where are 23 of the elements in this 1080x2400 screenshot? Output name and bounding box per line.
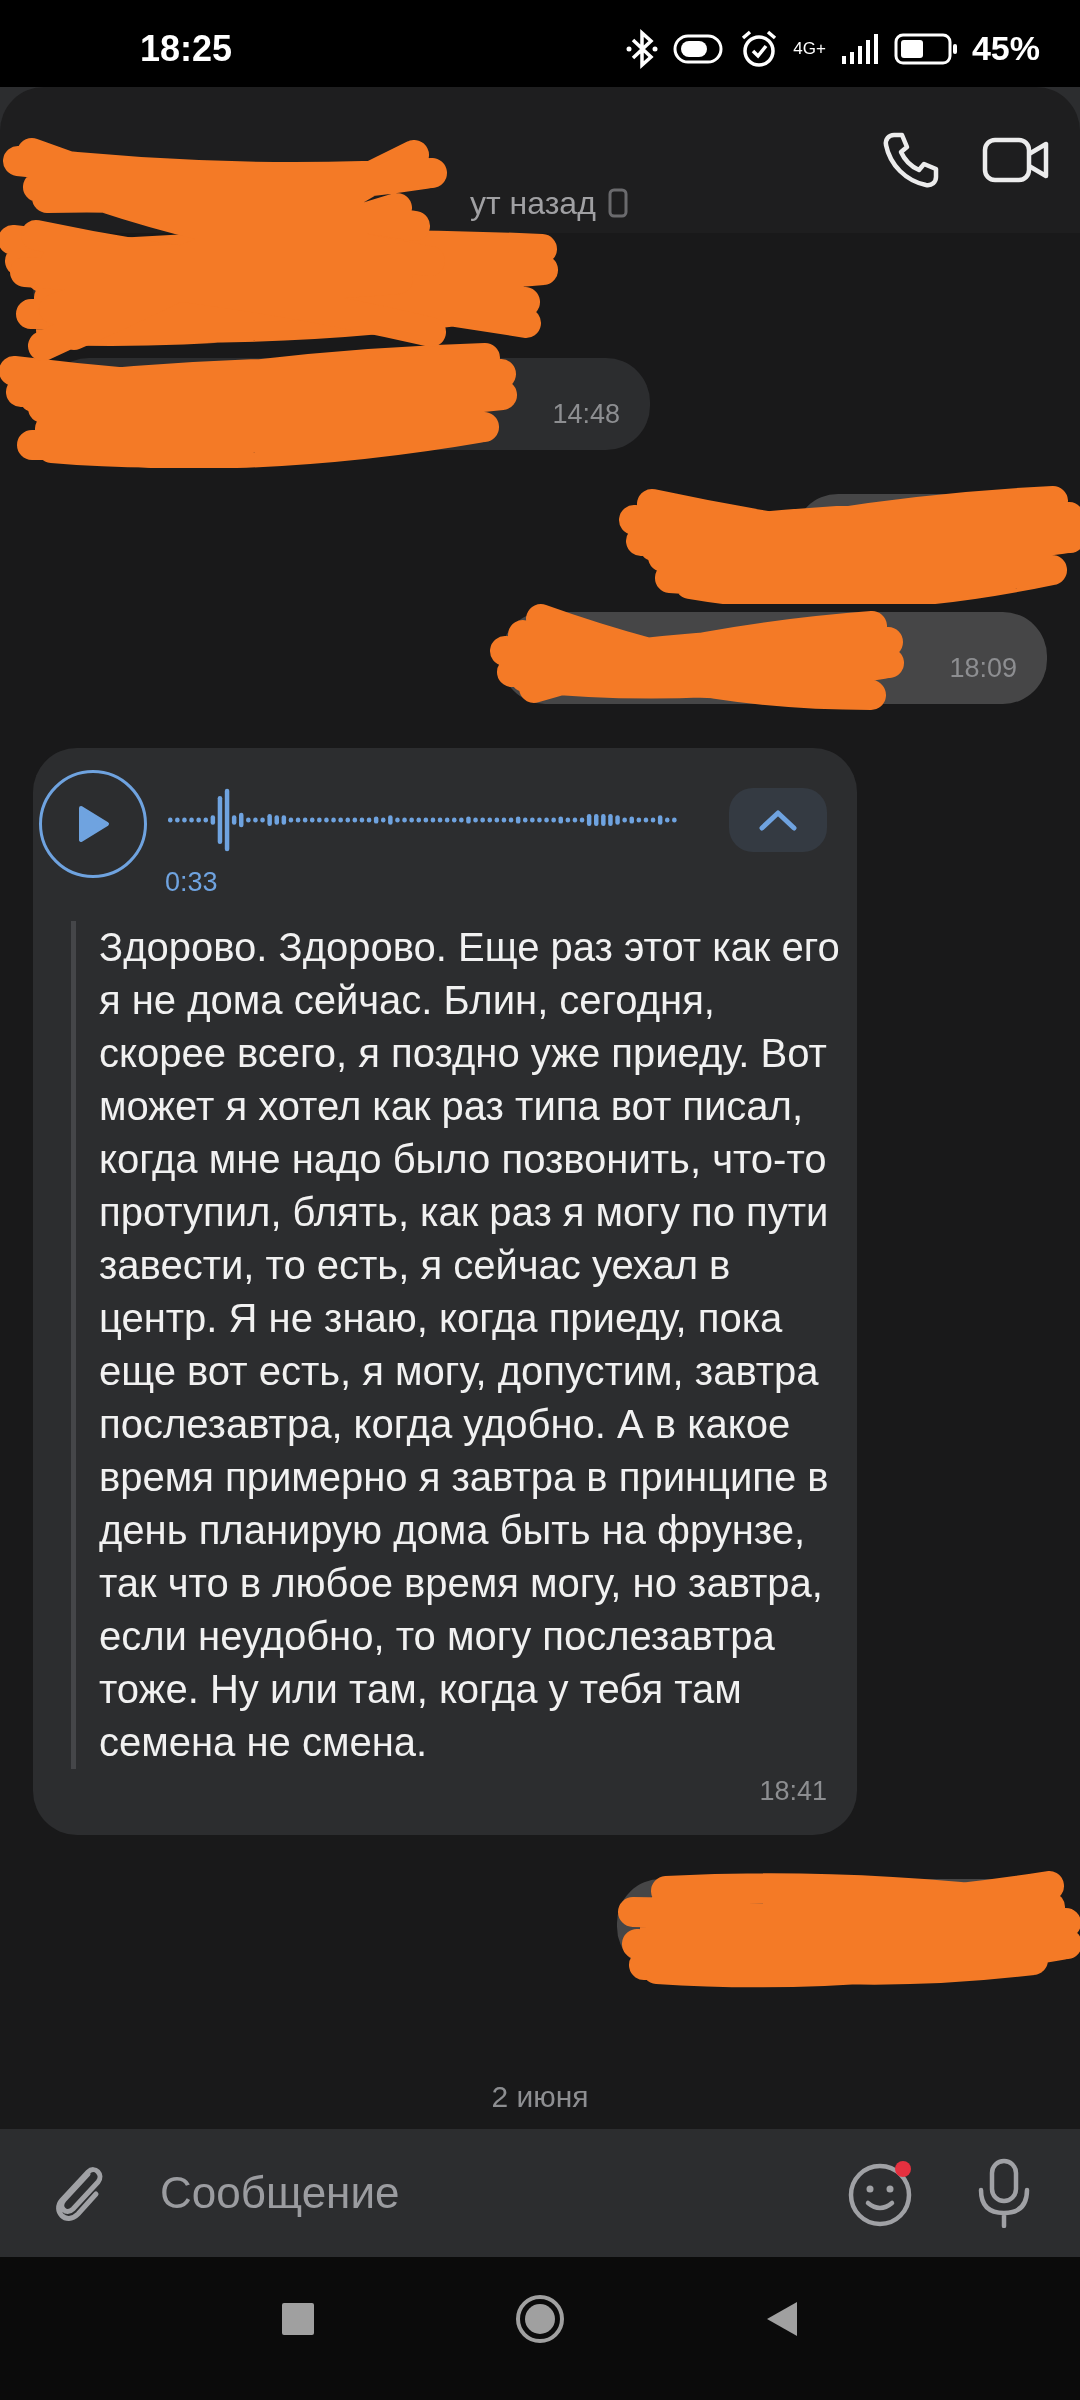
home-icon[interactable] bbox=[515, 2293, 565, 2344]
message-time: 14:48 bbox=[552, 397, 620, 431]
back-nav-icon[interactable] bbox=[765, 2299, 799, 2338]
message-input[interactable]: Сообщение bbox=[160, 2129, 720, 2257]
last-seen-text: ут назад bbox=[470, 184, 596, 223]
microphone-icon[interactable] bbox=[976, 2158, 1032, 2228]
bluetooth-icon bbox=[625, 28, 660, 69]
transcript-text: Здорово. Здорово. Еще раз этот как его я не дома сейчас. Блин, сегодня, скорее всего, я поздно уже приеду. Вот может я хотел как раз типа вот писал, когда мне надо было позвонить, что-то протупил, блять, как раз я могу по пути завести, то есть, я сейчас уехал в центр. Я не знаю, когда приеду, пока еще вот есть, я могу, допустим, завтра послезавтра, когда удобно. А в какое время примерно я завтра в принципе в день планирую дома быть на фрунзе, так что в любое время могу, но завтра, если неудобно, то могу послезавтра тоже. Ну или там, когда у тебя там семена не смена. bbox=[71, 920, 841, 1769]
chevron-up-icon bbox=[758, 808, 798, 832]
battery-icon bbox=[893, 32, 958, 65]
battery-percent: 45% bbox=[971, 28, 1040, 69]
message-time: 18:09 bbox=[949, 651, 1017, 685]
signal-icon bbox=[839, 31, 880, 66]
video-call-icon[interactable] bbox=[982, 135, 1050, 185]
play-button[interactable] bbox=[39, 770, 147, 878]
recents-icon[interactable] bbox=[281, 2301, 315, 2336]
collapse-transcript-button[interactable] bbox=[729, 788, 827, 852]
network-type-label: 4G+ bbox=[793, 40, 826, 57]
date-separator: 2 июня bbox=[491, 2079, 589, 2115]
message-time: 18:41 bbox=[758, 1774, 827, 1808]
status-time: 18:25 bbox=[140, 26, 233, 71]
voice-duration: 0:33 bbox=[165, 866, 218, 899]
phone-device-icon bbox=[607, 188, 628, 218]
